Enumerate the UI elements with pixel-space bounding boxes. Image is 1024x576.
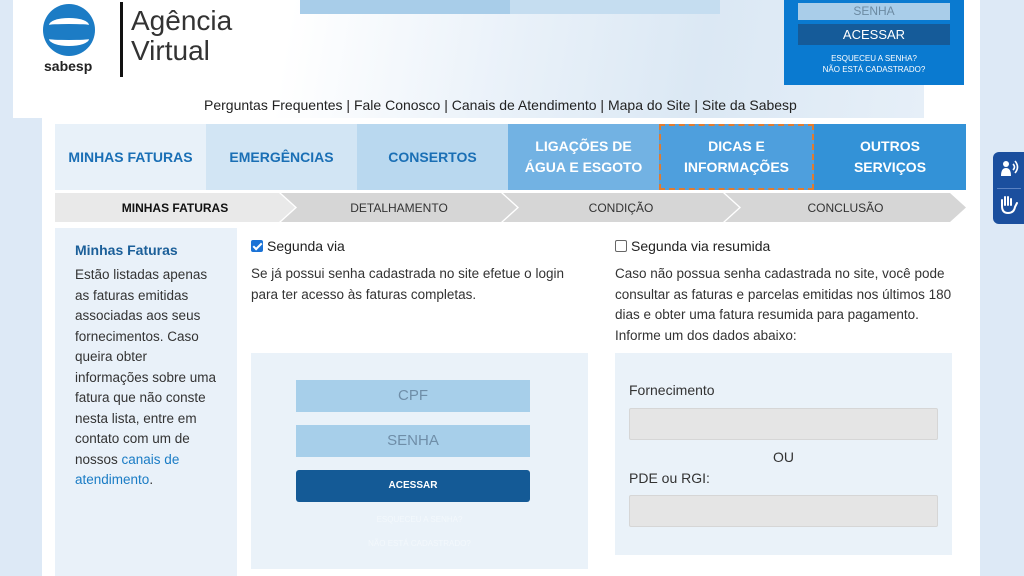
- option-label: Segunda via: [267, 238, 345, 254]
- login-panel: CPF SENHA ACESSAR ESQUECEU A SENHA? NÃO …: [251, 353, 588, 569]
- step-minhas-faturas: MINHAS FATURAS: [55, 193, 295, 222]
- login-box: SENHA ACESSAR ESQUECEU A SENHA? NÃO ESTÁ…: [784, 0, 964, 85]
- app-title-line2: Virtual: [131, 35, 210, 66]
- fornecimento-input[interactable]: [629, 408, 938, 440]
- app-title: Agência Virtual: [131, 6, 232, 66]
- nav-label: CONSERTOS: [388, 148, 477, 165]
- nav-label: ÁGUA E ESGOTO: [524, 159, 643, 175]
- pde-rgi-input[interactable]: [629, 495, 938, 527]
- option-segunda-via-resumida[interactable]: Segunda via resumida: [615, 238, 770, 254]
- quick-link-channels[interactable]: Canais de Atendimento: [452, 97, 597, 113]
- step-condicao: CONDIÇÃO: [503, 193, 739, 222]
- quick-link-sabesp-site[interactable]: Site da Sabesp: [702, 97, 797, 113]
- sidebar-body: Estão listadas apenas as faturas emitida…: [75, 267, 217, 467]
- nav-label: SERVIÇOS: [853, 159, 927, 175]
- nav-label: DICAS E: [708, 138, 765, 154]
- nav-label: EMERGÊNCIAS: [229, 148, 334, 165]
- nav-outros-servicos[interactable]: OUTROS SERVIÇOS: [814, 124, 966, 190]
- option-label: Segunda via resumida: [631, 238, 771, 254]
- quick-link-contact[interactable]: Fale Conosco: [354, 97, 440, 113]
- forgot-password-link[interactable]: ESQUECEU A SENHA?: [784, 54, 964, 63]
- link-separator: |: [440, 97, 452, 113]
- accessibility-widget: [993, 152, 1024, 224]
- sabesp-logo-icon[interactable]: [43, 4, 95, 56]
- quick-link-sitemap[interactable]: Mapa do Site: [608, 97, 691, 113]
- progress-steps: CONCLUSÃO CONDIÇÃO DETALHAMENTO MINHAS F…: [55, 193, 966, 222]
- nav-label: LIGAÇÕES DE: [535, 138, 632, 154]
- option-segunda-via[interactable]: Segunda via: [251, 238, 345, 254]
- acessar-button[interactable]: ACESSAR: [296, 470, 530, 502]
- nav-label: INFORMAÇÕES: [684, 159, 789, 175]
- step-conclusao: CONCLUSÃO: [725, 193, 966, 222]
- audio-description-icon[interactable]: [998, 158, 1020, 180]
- quick-link-faq[interactable]: Perguntas Frequentes: [204, 97, 343, 113]
- nav-label: MINHAS FATURAS: [68, 148, 193, 165]
- sidebar-period: .: [149, 472, 154, 487]
- link-separator: |: [596, 97, 608, 113]
- top-banner-block: [300, 0, 510, 14]
- login-submit-button[interactable]: ACESSAR: [798, 24, 950, 45]
- or-label: OU: [773, 449, 794, 465]
- checkbox-segunda-via[interactable]: [251, 240, 263, 252]
- cpf-input[interactable]: CPF: [296, 380, 530, 412]
- login-password-input[interactable]: SENHA: [798, 3, 950, 20]
- senha-input[interactable]: SENHA: [296, 425, 530, 457]
- widget-divider: [997, 188, 1021, 189]
- logo-text: sabesp: [44, 58, 93, 74]
- pde-rgi-label: PDE ou RGI:: [629, 470, 710, 486]
- sign-language-icon[interactable]: [998, 194, 1020, 216]
- quick-links: Perguntas Frequentes | Fale Conosco | Ca…: [204, 97, 797, 113]
- top-banner-block: [510, 0, 720, 14]
- option-summary-description: Caso não possua senha cadastrada no site…: [615, 266, 952, 343]
- summary-panel: Fornecimento OU PDE ou RGI:: [615, 353, 952, 555]
- nav-dicas[interactable]: DICAS E INFORMAÇÕES: [659, 124, 814, 190]
- nav-emergencias[interactable]: EMERGÊNCIAS: [206, 124, 357, 190]
- logo-divider: [120, 2, 123, 77]
- nav-ligacoes[interactable]: LIGAÇÕES DE ÁGUA E ESGOTO: [508, 124, 659, 190]
- step-detalhamento: DETALHAMENTO: [281, 193, 517, 222]
- nav-label: OUTROS: [860, 138, 920, 154]
- sidebar: Minhas Faturas Estão listadas apenas as …: [55, 228, 237, 576]
- main-nav: MINHAS FATURAS EMERGÊNCIAS CONSERTOS LIG…: [55, 124, 966, 190]
- sidebar-title: Minhas Faturas: [75, 242, 178, 258]
- link-separator: |: [342, 97, 354, 113]
- app-title-line1: Agência: [131, 5, 233, 36]
- nav-consertos[interactable]: CONSERTOS: [357, 124, 508, 190]
- fornecimento-label: Fornecimento: [629, 382, 715, 398]
- register-link[interactable]: NÃO ESTÁ CADASTRADO?: [251, 539, 588, 548]
- sidebar-text: Estão listadas apenas as faturas emitida…: [75, 265, 217, 491]
- register-link[interactable]: NÃO ESTÁ CADASTRADO?: [784, 65, 964, 74]
- option-full-description: Se já possui senha cadastrada no site ef…: [251, 266, 564, 302]
- link-separator: |: [690, 97, 702, 113]
- checkbox-segunda-via-resumida[interactable]: [615, 240, 627, 252]
- forgot-password-link[interactable]: ESQUECEU A SENHA?: [251, 515, 588, 524]
- nav-minhas-faturas[interactable]: MINHAS FATURAS: [55, 124, 206, 190]
